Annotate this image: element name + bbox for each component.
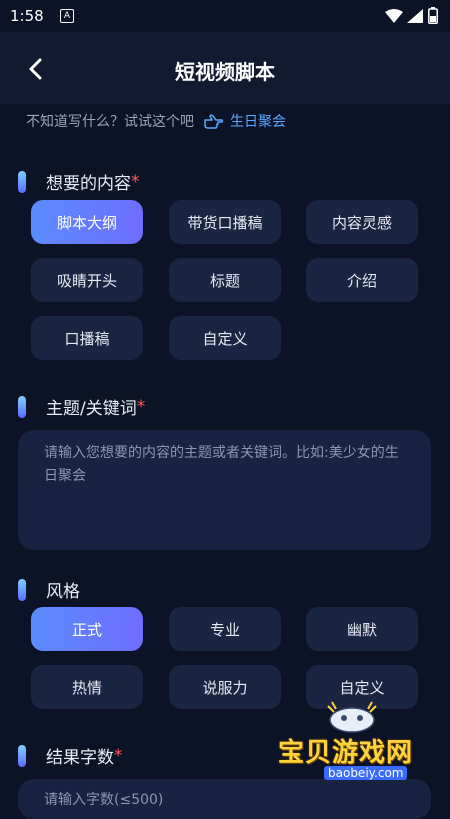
style-option[interactable]: 说服力 xyxy=(169,665,281,709)
status-time: 1:58 xyxy=(10,7,44,25)
section-accent-bar xyxy=(18,744,26,767)
gamepad-mascot-icon xyxy=(327,701,377,733)
pointing-hand-icon xyxy=(204,113,224,129)
style-option[interactable]: 正式 xyxy=(31,607,143,651)
topic-section-label: 主题/关键词 xyxy=(46,399,137,419)
section-accent-bar xyxy=(18,578,26,601)
content-section-title: 想要的内容 * xyxy=(18,169,140,194)
count-section-label: 结果字数 xyxy=(46,748,114,768)
notification-a-icon: A xyxy=(60,9,74,23)
signal-icon xyxy=(407,9,423,23)
wifi-icon xyxy=(385,9,403,23)
required-mark: * xyxy=(136,396,146,417)
watermark-url: baobeiy.com xyxy=(324,766,408,780)
content-option[interactable]: 口播稿 xyxy=(31,316,143,360)
style-option[interactable]: 幽默 xyxy=(306,607,418,651)
content-option[interactable]: 标题 xyxy=(169,258,281,302)
suggestion-link[interactable]: 生日聚会 xyxy=(230,111,286,131)
page-title: 短视频脚本 xyxy=(175,60,275,84)
content-option[interactable]: 内容灵感 xyxy=(306,200,418,244)
word-count-placeholder: 请输入字数(≤500) xyxy=(44,792,164,808)
content-option[interactable]: 脚本大纲 xyxy=(31,200,143,244)
topic-section-title: 主题/关键词 * xyxy=(18,394,145,419)
style-section-title: 风格 xyxy=(18,577,80,602)
content-option[interactable]: 吸睛开头 xyxy=(31,258,143,302)
content-option[interactable]: 介绍 xyxy=(306,258,418,302)
hint-text: 不知道写什么？试试这个吧 xyxy=(26,114,194,130)
status-bar: 1:58 A xyxy=(0,0,450,32)
style-option[interactable]: 专业 xyxy=(169,607,281,651)
hint-row: 不知道写什么？试试这个吧 生日聚会 xyxy=(26,111,286,131)
app-header: 短视频脚本 xyxy=(0,32,450,104)
section-accent-bar xyxy=(18,395,26,418)
site-watermark: 宝贝游戏网 baobeiy.com xyxy=(268,700,448,800)
style-section-label: 风格 xyxy=(46,582,80,602)
topic-placeholder: 请输入您想要的内容的主题或者关键词。比如:美少女的生日聚会 xyxy=(44,445,399,484)
watermark-text: 宝贝游戏网 xyxy=(278,738,414,768)
topic-input[interactable]: 请输入您想要的内容的主题或者关键词。比如:美少女的生日聚会 xyxy=(18,430,431,550)
style-option[interactable]: 热情 xyxy=(31,665,143,709)
content-option[interactable]: 自定义 xyxy=(169,316,281,360)
content-section-label: 想要的内容 xyxy=(46,174,131,194)
section-accent-bar xyxy=(18,170,26,193)
battery-icon xyxy=(428,7,438,24)
required-mark: * xyxy=(114,745,123,766)
required-mark: * xyxy=(131,171,140,192)
count-section-title: 结果字数 * xyxy=(18,743,123,768)
content-option[interactable]: 带货口播稿 xyxy=(169,200,281,244)
